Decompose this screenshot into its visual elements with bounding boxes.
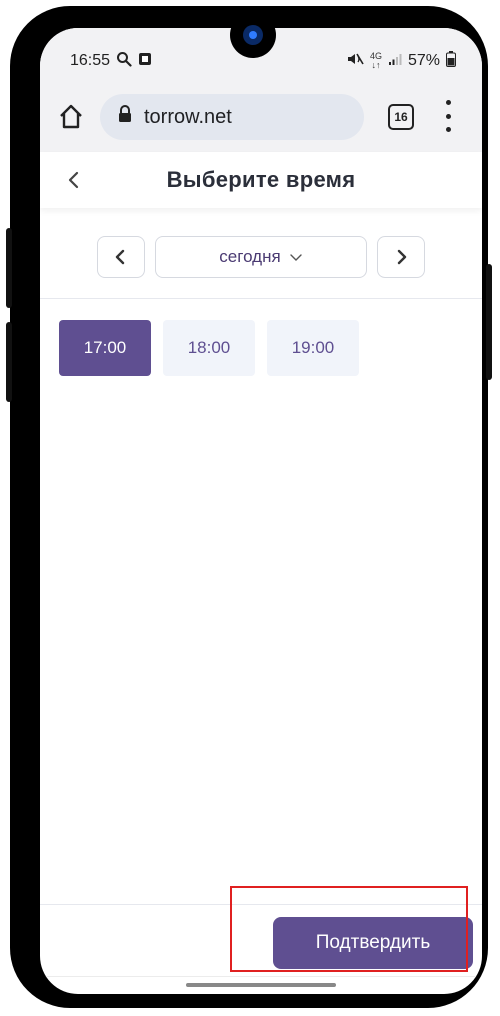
url-text: torrow.net bbox=[144, 105, 232, 128]
network-activity-arrows: ↓↑ bbox=[371, 60, 381, 70]
time-slot-1700[interactable]: 17:00 bbox=[59, 320, 151, 376]
tab-switcher-button[interactable]: 16 bbox=[388, 104, 414, 130]
front-camera bbox=[230, 12, 276, 58]
home-icon[interactable] bbox=[56, 102, 86, 132]
mute-vibrate-icon bbox=[346, 51, 364, 72]
address-bar[interactable]: torrow.net bbox=[100, 94, 364, 140]
volume-button bbox=[6, 228, 12, 308]
divider bbox=[40, 298, 482, 299]
date-navigation: сегодня bbox=[40, 236, 482, 280]
page-title: Выберите время bbox=[166, 167, 356, 192]
signal-icon bbox=[388, 52, 402, 71]
chevron-down-icon bbox=[289, 254, 302, 261]
battery-icon bbox=[446, 50, 456, 72]
network-type: 4G ↓↑ bbox=[370, 52, 382, 70]
date-dropdown-label: сегодня bbox=[219, 247, 281, 266]
search-icon bbox=[116, 51, 132, 72]
phone-screen: 16:55 4G ↓↑ 57% torrow.net 16 Выберите в… bbox=[40, 28, 482, 994]
gesture-navigation-bar[interactable] bbox=[186, 983, 336, 987]
annotation-highlight-box bbox=[230, 886, 468, 972]
status-time: 16:55 bbox=[70, 52, 111, 69]
date-dropdown[interactable]: сегодня bbox=[155, 236, 367, 278]
next-day-button[interactable] bbox=[377, 236, 425, 278]
chevron-right-icon bbox=[397, 249, 407, 265]
power-button bbox=[486, 264, 492, 380]
battery-percent: 57% bbox=[407, 52, 440, 69]
lock-icon bbox=[118, 105, 132, 129]
more-options-icon[interactable] bbox=[440, 100, 456, 132]
screenshot-notification-icon bbox=[138, 52, 152, 71]
page-header: Выберите время bbox=[40, 152, 482, 208]
browser-toolbar: torrow.net 16 bbox=[40, 90, 482, 146]
chevron-left-icon bbox=[115, 249, 125, 265]
time-slot-1900[interactable]: 19:00 bbox=[267, 320, 359, 376]
navigation-divider bbox=[40, 976, 482, 977]
phone-frame: 16:55 4G ↓↑ 57% torrow.net 16 Выберите в… bbox=[6, 6, 492, 1008]
time-slot-1800[interactable]: 18:00 bbox=[163, 320, 255, 376]
back-arrow-icon[interactable] bbox=[64, 170, 84, 190]
previous-day-button[interactable] bbox=[97, 236, 145, 278]
bixby-button bbox=[6, 322, 12, 402]
